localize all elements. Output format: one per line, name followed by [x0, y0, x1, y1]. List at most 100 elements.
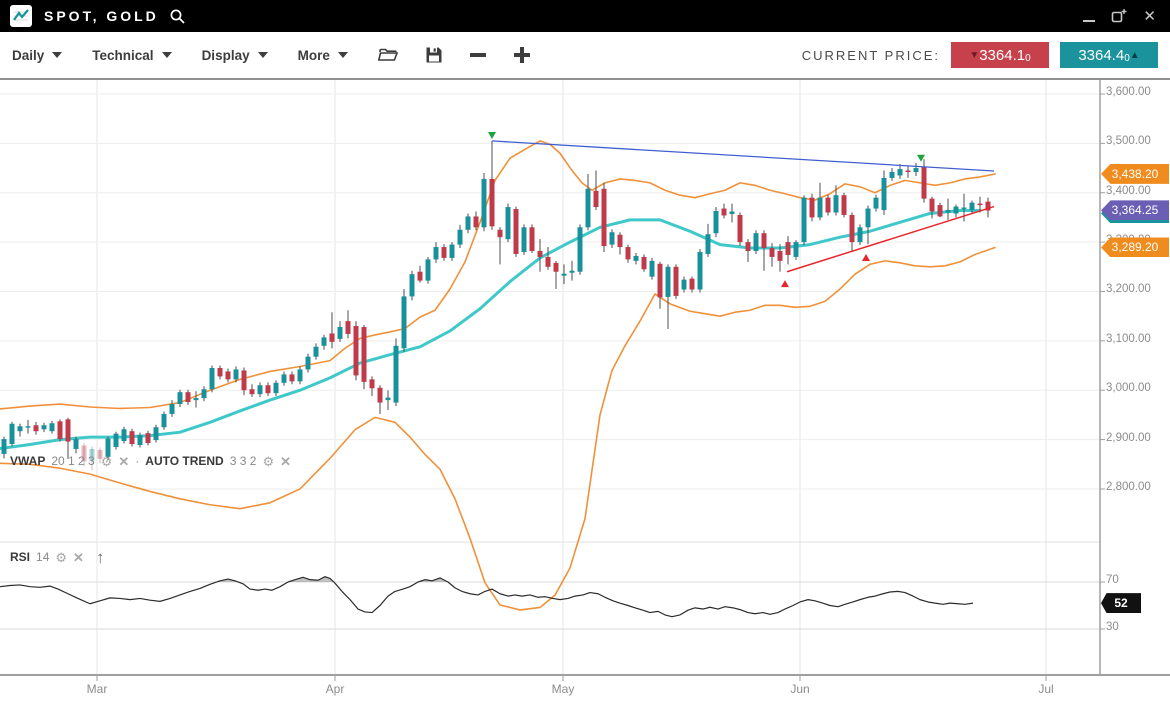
candle-body — [858, 227, 863, 242]
candle-body — [26, 426, 31, 427]
candle-body — [290, 374, 295, 381]
candle-body — [962, 208, 967, 209]
candle-body — [386, 398, 391, 400]
legend-separator: · — [135, 454, 139, 468]
candle-body — [634, 256, 639, 261]
zoom-in-icon[interactable] — [513, 46, 531, 64]
candle-body — [58, 421, 63, 439]
menu-more-label: More — [298, 48, 330, 63]
candle-body — [34, 425, 39, 431]
close-icon[interactable]: ✕ — [73, 551, 84, 564]
candle-body — [554, 263, 559, 272]
candle-body — [538, 251, 543, 257]
price-axis-label: 2,900.00 — [1106, 432, 1151, 444]
candle-body — [682, 280, 687, 290]
gear-icon[interactable]: ⚙ — [55, 551, 67, 564]
price-axis-label: 3,600.00 — [1106, 86, 1151, 98]
time-axis-label: Apr — [326, 682, 345, 696]
rsi-axis-label: 70 — [1106, 574, 1119, 586]
close-icon[interactable]: ✕ — [118, 455, 129, 468]
time-axis-label: Jun — [790, 682, 809, 696]
candle-body — [194, 398, 199, 400]
candle-body — [730, 212, 735, 214]
candle-body — [2, 439, 7, 454]
candle-body — [794, 242, 799, 257]
candle-body — [330, 333, 335, 341]
candle-body — [210, 368, 215, 389]
candle-body — [674, 267, 679, 296]
candle-body — [586, 189, 591, 228]
candle-body — [50, 423, 55, 431]
candle-body — [514, 209, 519, 254]
candle-body — [882, 178, 887, 210]
candle-body — [834, 195, 839, 212]
candle-body — [530, 227, 535, 251]
candle-body — [114, 434, 119, 447]
candle-body — [650, 261, 655, 277]
candle-body — [938, 205, 943, 216]
candle-body — [354, 326, 359, 375]
restore-button[interactable] — [1111, 7, 1127, 25]
candle-body — [426, 259, 431, 280]
candle-body — [186, 392, 191, 402]
up-arrow-icon[interactable]: ↑ — [96, 548, 105, 568]
band-upper-line — [0, 141, 995, 409]
menu-display[interactable]: Display — [202, 48, 268, 63]
chevron-down-icon — [258, 52, 268, 58]
candle-body — [506, 207, 511, 239]
candle-body — [490, 179, 495, 226]
gear-icon[interactable]: ⚙ — [262, 455, 274, 468]
candle-body — [458, 230, 463, 245]
vwap-line — [0, 211, 980, 449]
chevron-down-icon — [338, 52, 348, 58]
zoom-out-icon[interactable] — [469, 46, 487, 64]
candle-body — [74, 439, 79, 449]
chevron-down-icon — [52, 52, 62, 58]
close-icon[interactable]: ✕ — [1143, 7, 1156, 25]
tool-icons — [378, 46, 531, 64]
minimize-button[interactable] — [1083, 7, 1095, 25]
candle-body — [722, 209, 727, 216]
candle-body — [66, 419, 71, 441]
rsi-overbought-fill — [0, 577, 973, 617]
candle-body — [690, 279, 695, 290]
candle-body — [370, 379, 375, 388]
candle-body — [746, 242, 751, 251]
menu-daily[interactable]: Daily — [12, 48, 62, 63]
menu-technical-label: Technical — [92, 48, 153, 63]
candle-body — [826, 198, 831, 213]
arrow-down-icon: ▼ — [969, 50, 979, 61]
candle-body — [738, 215, 743, 242]
gear-icon[interactable]: ⚙ — [101, 455, 113, 468]
candle-body — [946, 210, 951, 212]
open-folder-icon[interactable] — [378, 46, 399, 64]
menu-technical[interactable]: Technical — [92, 48, 171, 63]
candle-body — [922, 167, 927, 199]
candle-body — [770, 248, 775, 257]
candle-body — [338, 327, 343, 339]
candle-body — [786, 242, 791, 255]
save-icon[interactable] — [425, 46, 443, 64]
candle-body — [866, 209, 871, 228]
candle-body — [378, 388, 383, 403]
candle-body — [362, 327, 367, 382]
candle-body — [954, 207, 959, 214]
candle-body — [162, 414, 167, 427]
price-tag: 3,289.20 — [1101, 237, 1169, 257]
candle-body — [218, 368, 223, 376]
candle-body — [658, 264, 663, 298]
close-icon[interactable]: ✕ — [280, 455, 291, 468]
candle-body — [546, 257, 551, 267]
chevron-down-icon — [162, 52, 172, 58]
candle-body — [394, 346, 399, 403]
candle-body — [10, 424, 15, 444]
chart-canvas[interactable] — [0, 80, 1170, 701]
candle-body — [626, 247, 631, 259]
search-icon[interactable] — [169, 8, 186, 25]
candle-body — [450, 245, 455, 258]
candle-body — [890, 172, 895, 178]
candle-body — [274, 383, 279, 393]
menu-more[interactable]: More — [298, 48, 348, 63]
candle-body — [242, 370, 247, 390]
current-price-label: CURRENT PRICE: — [802, 48, 940, 63]
